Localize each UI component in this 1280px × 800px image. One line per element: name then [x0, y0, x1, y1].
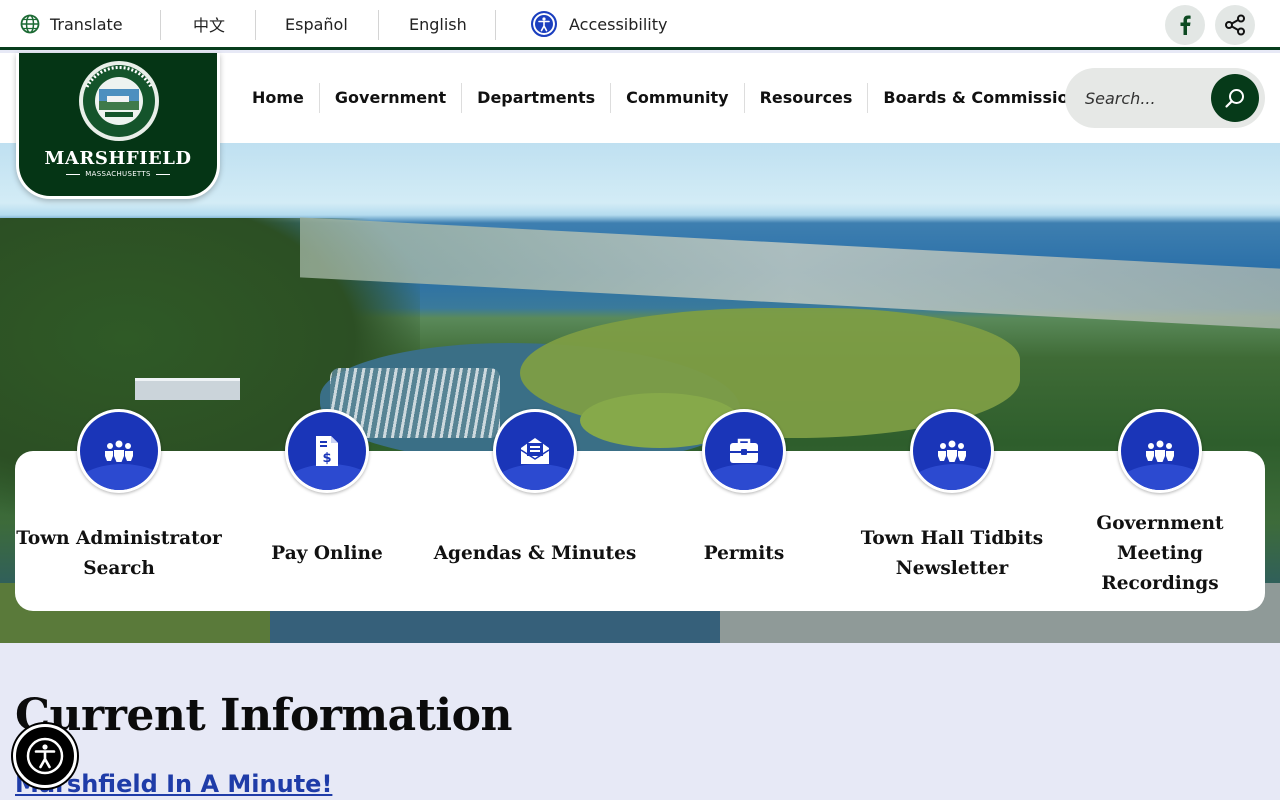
- envelope-open-icon: [520, 438, 550, 464]
- quick-link-badge: [77, 409, 161, 493]
- quick-link-badge: [910, 409, 994, 493]
- quick-link-agendas-minutes[interactable]: Agendas & Minutes: [431, 409, 639, 609]
- accessibility-label: Accessibility: [569, 14, 668, 34]
- nav-community[interactable]: Community: [610, 83, 743, 113]
- svg-text:$: $: [322, 451, 331, 466]
- quick-link-label: Pay Online: [271, 543, 383, 564]
- nav-home[interactable]: Home: [237, 83, 319, 113]
- search-input[interactable]: [1085, 84, 1205, 112]
- section-title: Current Information: [15, 690, 512, 741]
- facebook-button[interactable]: [1165, 5, 1205, 45]
- nav-government[interactable]: Government: [318, 83, 461, 113]
- quick-link-label: Town Administrator Search: [16, 528, 222, 579]
- share-button[interactable]: [1215, 5, 1255, 45]
- globe-icon: [20, 14, 40, 34]
- people-group-icon: [105, 440, 133, 462]
- quick-link-label: Government Meeting Recordings: [1096, 513, 1224, 594]
- quick-link-label: Agendas & Minutes: [433, 543, 637, 564]
- town-logo[interactable]: MARSHFIELD MASSACHUSETTS: [16, 53, 220, 199]
- town-seal-icon: [79, 61, 159, 141]
- quick-link-badge: [1118, 409, 1202, 493]
- search-box: [1065, 68, 1265, 128]
- divider: [378, 10, 379, 40]
- divider: [160, 10, 161, 40]
- quick-link-badge: [493, 409, 577, 493]
- translate-button[interactable]: Translate: [20, 0, 123, 48]
- language-spanish-label: Español: [285, 14, 348, 34]
- language-chinese-label: 中文: [193, 16, 226, 35]
- facebook-icon: [1180, 15, 1191, 35]
- people-group-icon: [1146, 440, 1174, 462]
- language-english-link[interactable]: English: [409, 0, 467, 48]
- people-group-icon: [938, 440, 966, 462]
- briefcase-icon: [730, 438, 758, 463]
- quick-link-label: Town Hall Tidbits Newsletter: [860, 528, 1044, 579]
- utility-bar: Translate 中文 Español English Accessibili…: [0, 0, 1280, 50]
- search-icon: [1225, 89, 1244, 108]
- quick-link-meeting-recordings[interactable]: Government Meeting Recordings: [1056, 409, 1264, 609]
- divider: [495, 10, 496, 40]
- language-english-label: English: [409, 14, 467, 34]
- quick-link-permits[interactable]: Permits: [640, 409, 848, 609]
- quick-link-pay-online[interactable]: $ Pay Online: [223, 409, 431, 609]
- quick-link-town-hall-tidbits[interactable]: Town Hall Tidbits Newsletter: [848, 409, 1056, 609]
- quick-link-badge: [702, 409, 786, 493]
- language-spanish-link[interactable]: Español: [285, 0, 348, 48]
- share-icon: [1225, 14, 1245, 36]
- main-nav: Home Government Departments Community Re…: [237, 53, 1104, 143]
- nav-departments[interactable]: Departments: [461, 83, 610, 113]
- language-chinese-link[interactable]: 中文: [193, 0, 225, 48]
- accessibility-icon: [531, 11, 557, 37]
- accessibility-button[interactable]: Accessibility: [531, 0, 667, 48]
- translate-label: Translate: [50, 14, 123, 34]
- accessibility-widget-button[interactable]: [13, 724, 77, 788]
- quick-link-label: Permits: [703, 543, 785, 564]
- invoice-dollar-icon: $: [316, 436, 338, 466]
- logo-subtitle: MASSACHUSETTS: [19, 170, 217, 178]
- accessibility-icon: [26, 737, 64, 775]
- hero-building: [135, 378, 240, 400]
- quick-link-town-administrator-search[interactable]: Town Administrator Search: [15, 409, 223, 609]
- divider: [255, 10, 256, 40]
- search-button[interactable]: [1211, 74, 1259, 122]
- logo-name: MARSHFIELD: [44, 148, 192, 169]
- quick-link-badge: $: [285, 409, 369, 493]
- nav-resources[interactable]: Resources: [743, 83, 868, 113]
